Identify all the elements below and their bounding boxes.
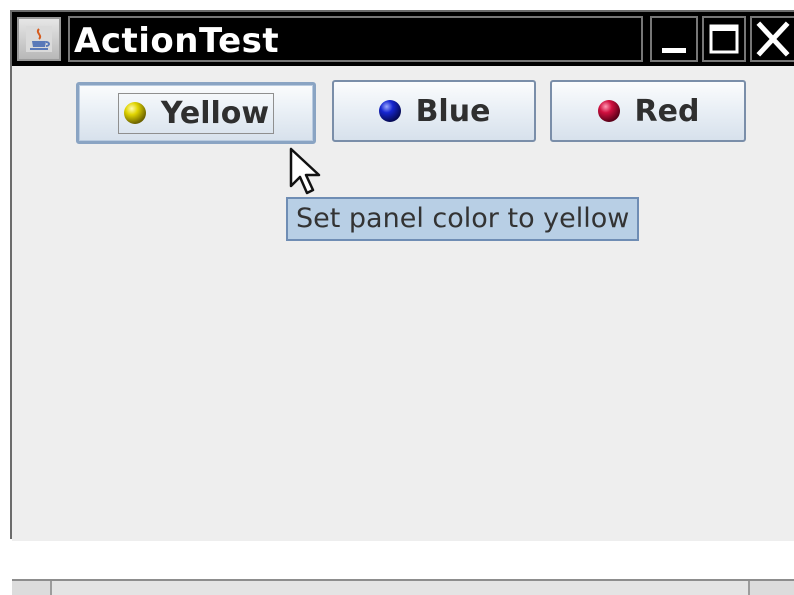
minimize-button[interactable] — [650, 16, 698, 62]
bottom-edge-segment — [50, 581, 750, 595]
blue-button-label: Blue — [415, 93, 491, 129]
blue-button[interactable]: Blue — [332, 80, 536, 142]
button-panel: Yellow Blue Red Set panel color to yello… — [12, 66, 794, 595]
title-bar[interactable]: ActionTest — [12, 12, 794, 66]
red-button-label: Red — [634, 93, 700, 129]
maximize-button[interactable] — [702, 16, 746, 62]
window-title: ActionTest — [68, 16, 643, 62]
yellow-ball-icon — [123, 101, 147, 125]
yellow-button-label: Yellow — [160, 95, 270, 131]
blue-ball-icon — [378, 99, 402, 123]
yellow-button[interactable]: Yellow — [76, 82, 316, 144]
red-button[interactable]: Red — [550, 80, 746, 142]
minimize-icon — [662, 48, 686, 53]
action-test-window: ActionTest Yellow Blue Red Set panel col… — [10, 10, 794, 595]
mouse-pointer-icon — [288, 146, 324, 203]
java-app-icon[interactable] — [17, 17, 61, 61]
red-ball-icon — [597, 99, 621, 123]
close-icon — [756, 21, 790, 57]
window-bottom-edge — [12, 579, 794, 595]
yellow-button-tooltip: Set panel color to yellow — [286, 197, 640, 241]
focus-indicator: Yellow — [117, 92, 275, 134]
close-button[interactable] — [750, 16, 794, 62]
maximize-icon — [709, 24, 739, 54]
